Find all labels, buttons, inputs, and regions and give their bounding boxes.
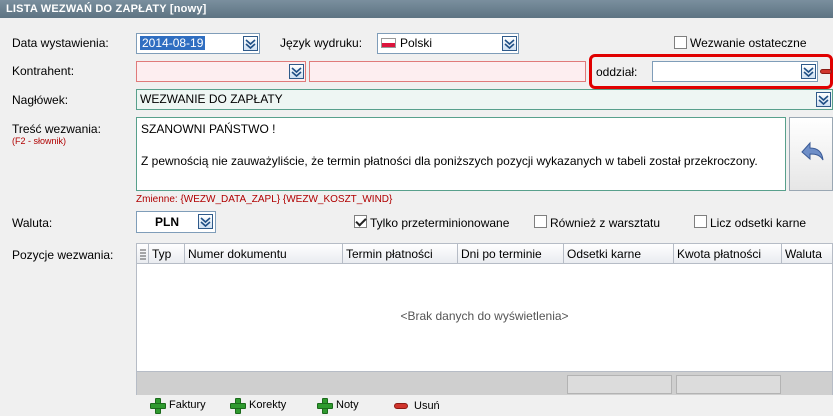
currency-value: PLN (155, 215, 179, 229)
chevron-down-icon[interactable] (289, 64, 304, 79)
final-notice-label: Wezwanie ostateczne (690, 36, 807, 50)
calendar-dropdown-icon[interactable] (243, 36, 258, 51)
calc-interest-label: Licz odsetki karne (710, 216, 807, 230)
content-line-body: Z pewnością nie zauważyliście, że termin… (141, 154, 758, 168)
overdue-only-label: Tylko przeterminionowane (370, 216, 510, 230)
add-notes-button[interactable]: Noty (317, 398, 359, 414)
remove-label: Usuń (414, 400, 440, 412)
header-field[interactable]: WEZWANIE DO ZAPŁATY (136, 89, 833, 110)
issue-date-label: Data wystawienia: (12, 36, 109, 50)
print-language-label: Język wydruku: (280, 36, 363, 50)
issue-date-field[interactable]: 2014-08-19 (136, 33, 260, 54)
add-notes-label: Noty (336, 399, 359, 411)
branch-label: oddział: (596, 65, 638, 79)
items-grid[interactable]: Typ Numer dokumentu Termin płatności Dni… (136, 243, 833, 395)
chevron-down-icon[interactable] (198, 214, 213, 229)
plus-icon (150, 398, 166, 414)
grid-label: Pozycje wezwania: (12, 248, 114, 262)
variables-hint: Zmienne: {WEZW_DATA_ZAPL} {WEZW_KOSZT_WI… (136, 194, 393, 205)
contractor-label: Kontrahent: (12, 64, 75, 78)
add-invoices-button[interactable]: Faktury (150, 398, 206, 414)
grid-header: Typ Numer dokumentu Termin płatności Dni… (137, 244, 832, 264)
grid-empty-message: <Brak danych do wyświetlenia> (400, 309, 569, 323)
issue-date-value: 2014-08-19 (140, 36, 206, 50)
chevron-down-icon[interactable] (801, 64, 816, 79)
print-language-value: Polski (400, 36, 433, 50)
window-title: LISTA WEZWAŃ DO ZAPŁATY [nowy] (0, 0, 833, 18)
column-header-currency[interactable]: Waluta (782, 244, 833, 264)
content-textarea[interactable]: SZANOWNI PAŃSTWO ! Z pewnością nie zauwa… (136, 117, 786, 191)
grid-toolbar: Faktury Korekty Noty Usuń (136, 396, 833, 416)
column-header-type[interactable]: Typ (149, 244, 185, 264)
summary-interest (567, 375, 672, 394)
chevron-down-icon[interactable] (816, 92, 831, 107)
header-value: WEZWANIE DO ZAPŁATY (140, 92, 283, 106)
header-label: Nagłówek: (12, 93, 69, 107)
undo-button[interactable] (789, 117, 833, 191)
content-line-greeting: SZANOWNI PAŃSTWO ! (141, 122, 276, 136)
column-header-document-number[interactable]: Numer dokumentu (185, 244, 343, 264)
summary-amount (676, 375, 781, 394)
plus-icon (317, 398, 333, 414)
add-corrections-button[interactable]: Korekty (230, 398, 287, 414)
column-chooser-icon[interactable] (137, 244, 149, 264)
column-header-days-overdue[interactable]: Dni po terminie (458, 244, 564, 264)
currency-select[interactable]: PLN (136, 211, 216, 233)
print-language-select[interactable]: Polski (377, 33, 519, 54)
clear-branch-icon[interactable] (820, 69, 832, 74)
also-workshop-checkbox[interactable] (534, 215, 547, 228)
contractor-code-field[interactable] (136, 61, 306, 82)
poland-flag-icon (381, 38, 396, 48)
add-corrections-label: Korekty (249, 399, 287, 411)
column-header-interest[interactable]: Odsetki karne (564, 244, 674, 264)
remove-button[interactable]: Usuń (394, 400, 440, 412)
grid-summary-row (137, 371, 832, 395)
branch-field[interactable] (652, 61, 818, 82)
column-header-amount[interactable]: Kwota płatności (674, 244, 782, 264)
currency-label: Waluta: (12, 216, 53, 230)
overdue-only-checkbox[interactable] (354, 215, 367, 228)
content-hint: (F2 - słownik) (12, 136, 67, 146)
content-label: Treść wezwania: (12, 122, 101, 136)
undo-arrow-icon (801, 141, 824, 161)
plus-icon (230, 398, 246, 414)
minus-icon (394, 403, 408, 409)
chevron-down-icon[interactable] (502, 36, 517, 51)
add-invoices-label: Faktury (169, 399, 206, 411)
also-workshop-label: Również z warsztatu (550, 216, 661, 230)
column-header-payment-due[interactable]: Termin płatności (343, 244, 458, 264)
final-notice-checkbox[interactable] (674, 36, 687, 49)
contractor-name-field[interactable] (309, 61, 586, 82)
calc-interest-checkbox[interactable] (694, 215, 707, 228)
